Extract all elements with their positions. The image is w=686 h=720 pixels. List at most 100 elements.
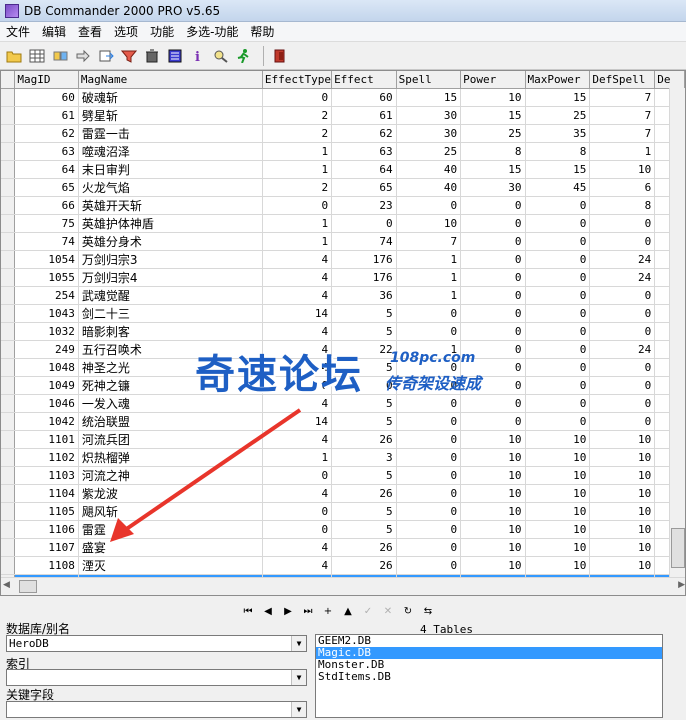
grid-cell[interactable]: 25 <box>396 142 462 161</box>
grid-cell[interactable]: 0 <box>589 358 656 377</box>
grid-cell[interactable]: 万剑归宗4 <box>78 268 263 287</box>
grid-cell[interactable]: 0 <box>525 304 591 323</box>
table-row[interactable]: 1105 飓风斩 0 5 0 10 10 10 <box>1 502 685 521</box>
grid-cell[interactable]: 7 <box>589 106 656 125</box>
tables-listbox[interactable]: GEEM2.DB Magic.DB Monster.DB StdItems.DB <box>315 634 663 718</box>
grid-cell[interactable]: 64 <box>14 160 79 179</box>
grid-cell[interactable]: 30 <box>396 106 462 125</box>
grid-cell[interactable]: 65 <box>14 178 79 197</box>
vertical-scroll-thumb[interactable] <box>671 528 685 568</box>
grid-cell[interactable]: 0 <box>396 466 462 485</box>
grid-cell[interactable]: 60 <box>14 88 79 107</box>
grid-cell[interactable]: 10 <box>460 88 526 107</box>
grid-cell[interactable]: 62 <box>331 124 397 143</box>
grid-cell[interactable]: 噬魂沼泽 <box>78 142 263 161</box>
grid-cell[interactable]: 0 <box>525 412 591 431</box>
grid-cell[interactable]: 10 <box>589 484 656 503</box>
grid-cell[interactable]: 0 <box>331 376 397 395</box>
table-row[interactable]: 254 武魂觉醒 4 36 1 0 0 0 <box>1 286 685 305</box>
grid-cell[interactable]: 1048 <box>14 358 79 377</box>
col-header-effect[interactable]: Effect <box>331 71 397 89</box>
grid-cell[interactable]: 10 <box>525 466 591 485</box>
grid-cell[interactable]: 0 <box>589 322 656 341</box>
grid-cell[interactable]: 1 <box>589 142 656 161</box>
grid-cell[interactable]: 0 <box>589 412 656 431</box>
row-indicator[interactable] <box>1 322 16 341</box>
grid-cell[interactable]: 24 <box>589 268 656 287</box>
search-icon[interactable] <box>211 46 231 66</box>
grid-cell[interactable]: 14 <box>262 304 333 323</box>
grid-cell[interactable]: 5 <box>331 322 397 341</box>
grid-cell[interactable]: 0 <box>525 340 591 359</box>
row-indicator[interactable] <box>1 196 16 215</box>
grid-cell[interactable]: 74 <box>331 232 397 251</box>
table-row[interactable]: 1046 一发入魂 4 5 0 0 0 0 <box>1 394 685 413</box>
grid-cell[interactable]: 10 <box>460 430 526 449</box>
grid-cell[interactable]: 0 <box>396 394 462 413</box>
grid-cell[interactable]: 176 <box>331 268 397 287</box>
grid-cell[interactable]: 0 <box>589 304 656 323</box>
grid-cell[interactable]: 10 <box>525 520 591 539</box>
scroll-right-icon[interactable]: ▶ <box>678 580 685 590</box>
table-row[interactable]: 63 噬魂沼泽 1 63 25 8 8 1 <box>1 142 685 161</box>
col-header-de[interactable]: De <box>654 71 685 89</box>
grid-cell[interactable]: 4 <box>262 358 333 377</box>
grid-cell[interactable]: 湮灭 <box>78 556 263 575</box>
table-row[interactable]: 1054 万剑归宗3 4 176 1 0 0 24 <box>1 250 685 269</box>
post-edit-icon[interactable]: ✓ <box>358 602 378 620</box>
grid-cell[interactable]: 剑二十三 <box>78 304 263 323</box>
grid-cell[interactable]: 10 <box>589 556 656 575</box>
grid-cell[interactable]: 1104 <box>14 484 79 503</box>
grid-cell[interactable]: 一发入魂 <box>78 394 263 413</box>
grid-cell[interactable]: 0 <box>460 376 526 395</box>
grid-cell[interactable]: 74 <box>14 232 79 251</box>
table-row[interactable]: 62 雷霆一击 2 62 30 25 35 7 <box>1 124 685 143</box>
grid-cell[interactable]: 10 <box>460 520 526 539</box>
grid-cell[interactable]: 61 <box>14 106 79 125</box>
grid-cell[interactable]: 7 <box>589 88 656 107</box>
grid-cell[interactable]: 0 <box>396 448 462 467</box>
grid-cell[interactable]: 254 <box>14 286 79 305</box>
menu-multiselect[interactable]: 多选-功能 <box>180 22 244 42</box>
row-indicator[interactable] <box>1 178 16 197</box>
row-indicator[interactable] <box>1 142 16 161</box>
grid-cell[interactable]: 飓风斩 <box>78 502 263 521</box>
first-record-icon[interactable]: ⏮ <box>238 602 258 620</box>
grid-cell[interactable]: 26 <box>331 484 397 503</box>
grid-cell[interactable]: 0 <box>396 322 462 341</box>
last-record-icon[interactable]: ⏭ <box>298 602 318 620</box>
grid-cell[interactable]: 10 <box>460 484 526 503</box>
horizontal-scroll-thumb[interactable] <box>19 580 37 593</box>
grid-cell[interactable]: 0 <box>525 286 591 305</box>
grid-cell[interactable]: 75 <box>14 214 79 233</box>
grid-cell[interactable]: 0 <box>589 376 656 395</box>
grid-cell[interactable]: 0 <box>525 196 591 215</box>
grid-cell[interactable]: 0 <box>525 250 591 269</box>
grid-cell[interactable]: 1 <box>262 214 333 233</box>
table-row[interactable]: 1055 万剑归宗4 4 176 1 0 0 24 <box>1 268 685 287</box>
next-record-icon[interactable]: ▶ <box>278 602 298 620</box>
grid-cell[interactable]: 63 <box>331 142 397 161</box>
grid-cell[interactable]: 35 <box>525 124 591 143</box>
grid-cell[interactable]: 4 <box>262 538 333 557</box>
grid-cell[interactable]: 30 <box>396 124 462 143</box>
grid-cell[interactable]: 0 <box>525 322 591 341</box>
grid-cell[interactable]: 8 <box>525 142 591 161</box>
grid-cell[interactable]: 死神之镰 <box>78 376 263 395</box>
grid-cell[interactable]: 1046 <box>14 394 79 413</box>
grid-cell[interactable]: 1101 <box>14 430 79 449</box>
grid-cell[interactable]: 14 <box>262 412 333 431</box>
grid-cell[interactable]: 0 <box>589 214 656 233</box>
grid-cell[interactable]: 5 <box>331 304 397 323</box>
grid-cell[interactable]: 0 <box>396 412 462 431</box>
grid-cell[interactable]: 0 <box>396 538 462 557</box>
col-header-magname[interactable]: MagName <box>78 71 263 89</box>
grid-cell[interactable]: 10 <box>460 556 526 575</box>
grid-cell[interactable]: 61 <box>331 106 397 125</box>
row-indicator[interactable] <box>1 502 16 521</box>
grid-cell[interactable]: 5 <box>331 520 397 539</box>
grid-cell[interactable]: 5 <box>331 466 397 485</box>
table-row[interactable]: 249 五行召唤术 4 22 1 0 0 24 <box>1 340 685 359</box>
grid-cell[interactable]: 10 <box>589 538 656 557</box>
grid-cell[interactable]: 0 <box>396 430 462 449</box>
